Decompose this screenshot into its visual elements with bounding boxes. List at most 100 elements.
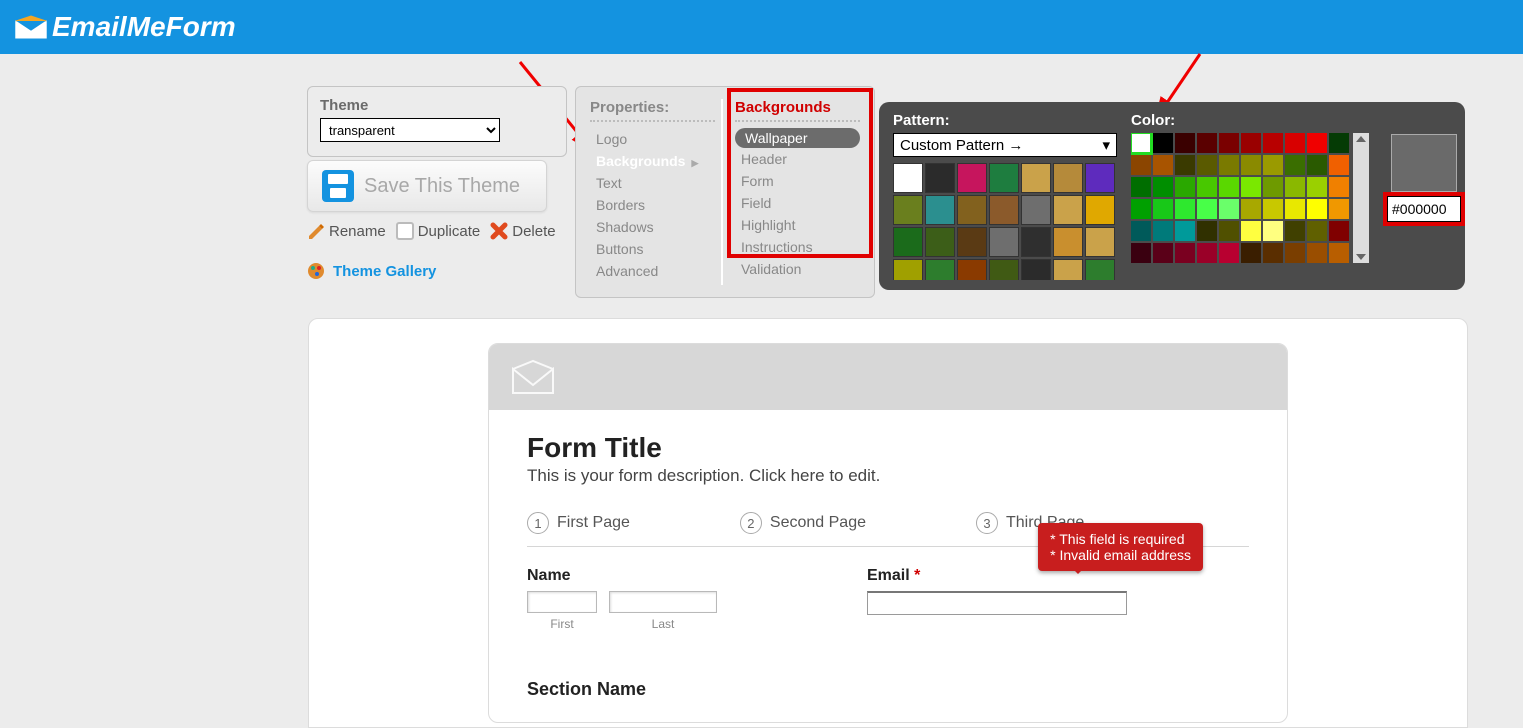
color-swatch[interactable] (1241, 155, 1261, 175)
color-swatch[interactable] (1197, 221, 1217, 241)
pattern-swatch[interactable] (989, 195, 1019, 225)
color-swatch[interactable] (1241, 177, 1261, 197)
color-swatch[interactable] (1197, 243, 1217, 263)
property-item-logo[interactable]: Logo (590, 128, 715, 150)
pattern-swatch[interactable] (957, 227, 987, 257)
background-item-form[interactable]: Form (735, 170, 860, 192)
pattern-swatch[interactable] (893, 259, 923, 280)
color-swatch[interactable] (1153, 199, 1173, 219)
pattern-swatch[interactable] (989, 259, 1019, 280)
background-item-instructions[interactable]: Instructions (735, 236, 860, 258)
color-swatch[interactable] (1285, 199, 1305, 219)
pattern-swatch[interactable] (957, 195, 987, 225)
color-swatch[interactable] (1263, 199, 1283, 219)
background-item-validation[interactable]: Validation (735, 258, 860, 280)
form-title[interactable]: Form Title (527, 432, 1249, 464)
pattern-select[interactable]: Custom Pattern →▾ (893, 133, 1117, 157)
color-swatch[interactable] (1197, 199, 1217, 219)
color-swatch[interactable] (1329, 155, 1349, 175)
pattern-swatch[interactable] (1053, 195, 1083, 225)
property-item-text[interactable]: Text (590, 172, 715, 194)
pattern-swatch[interactable] (1021, 259, 1051, 280)
last-name-input[interactable] (609, 591, 717, 613)
background-item-header[interactable]: Header (735, 148, 860, 170)
pattern-swatch[interactable] (1085, 163, 1115, 193)
color-swatch[interactable] (1131, 133, 1151, 153)
brand-logo[interactable]: EmailMeForm (14, 11, 236, 43)
form-description[interactable]: This is your form description. Click her… (527, 466, 1249, 486)
color-swatch[interactable] (1153, 155, 1173, 175)
property-item-advanced[interactable]: Advanced (590, 260, 715, 282)
color-swatch[interactable] (1175, 155, 1195, 175)
pattern-swatch[interactable] (1085, 227, 1115, 257)
duplicate-button[interactable]: Duplicate (396, 222, 481, 240)
pattern-swatch[interactable] (957, 163, 987, 193)
color-swatch[interactable] (1131, 177, 1151, 197)
pattern-swatch[interactable] (925, 227, 955, 257)
color-swatch[interactable] (1219, 133, 1239, 153)
color-swatch[interactable] (1131, 199, 1151, 219)
color-swatch[interactable] (1307, 155, 1327, 175)
pattern-swatch[interactable] (1053, 227, 1083, 257)
property-item-buttons[interactable]: Buttons (590, 238, 715, 260)
pattern-swatch[interactable] (1021, 195, 1051, 225)
color-swatch[interactable] (1329, 177, 1349, 197)
color-swatch[interactable] (1307, 243, 1327, 263)
pattern-swatch[interactable] (1053, 163, 1083, 193)
color-swatch[interactable] (1197, 155, 1217, 175)
color-scrollbar[interactable] (1353, 133, 1369, 263)
color-swatch[interactable] (1153, 133, 1173, 153)
hex-input[interactable] (1387, 196, 1461, 222)
color-swatch[interactable] (1219, 243, 1239, 263)
color-swatch[interactable] (1175, 199, 1195, 219)
pattern-swatch[interactable] (893, 195, 923, 225)
color-swatch[interactable] (1285, 133, 1305, 153)
color-swatch[interactable] (1219, 155, 1239, 175)
pattern-swatch[interactable] (925, 195, 955, 225)
color-swatch[interactable] (1285, 221, 1305, 241)
pattern-swatch[interactable] (1053, 259, 1083, 280)
color-swatch[interactable] (1153, 177, 1173, 197)
color-swatch[interactable] (1263, 155, 1283, 175)
pattern-swatch[interactable] (893, 227, 923, 257)
delete-button[interactable]: Delete (490, 222, 555, 240)
color-swatch[interactable] (1285, 177, 1305, 197)
email-input[interactable] (867, 591, 1127, 615)
property-item-shadows[interactable]: Shadows (590, 216, 715, 238)
color-swatch[interactable] (1307, 177, 1327, 197)
color-swatch[interactable] (1241, 199, 1261, 219)
background-item-field[interactable]: Field (735, 192, 860, 214)
color-swatch[interactable] (1285, 155, 1305, 175)
color-swatch[interactable] (1131, 221, 1151, 241)
color-swatch[interactable] (1219, 221, 1239, 241)
color-swatch[interactable] (1307, 199, 1327, 219)
color-swatch[interactable] (1241, 133, 1261, 153)
color-swatch[interactable] (1307, 133, 1327, 153)
color-swatch[interactable] (1175, 177, 1195, 197)
rename-button[interactable]: Rename (307, 222, 386, 240)
theme-gallery-link[interactable]: Theme Gallery (307, 262, 436, 280)
color-swatch[interactable] (1153, 221, 1173, 241)
pattern-swatch[interactable] (1021, 163, 1051, 193)
color-swatch[interactable] (1329, 199, 1349, 219)
color-swatch[interactable] (1285, 243, 1305, 263)
color-swatch[interactable] (1263, 221, 1283, 241)
color-swatch[interactable] (1175, 221, 1195, 241)
pattern-swatch[interactable] (989, 163, 1019, 193)
color-swatch[interactable] (1263, 243, 1283, 263)
property-item-backgrounds[interactable]: Backgrounds▶ (590, 150, 715, 172)
theme-select[interactable]: transparent (320, 118, 500, 142)
color-swatch[interactable] (1175, 133, 1195, 153)
color-swatch[interactable] (1263, 133, 1283, 153)
pattern-swatch[interactable] (925, 163, 955, 193)
color-swatch[interactable] (1175, 243, 1195, 263)
pattern-swatch[interactable] (957, 259, 987, 280)
color-swatch[interactable] (1263, 177, 1283, 197)
pattern-swatch[interactable] (925, 259, 955, 280)
section-heading[interactable]: Section Name (527, 679, 1249, 700)
color-swatch[interactable] (1241, 221, 1261, 241)
pattern-swatch[interactable] (893, 163, 923, 193)
color-swatch[interactable] (1329, 133, 1349, 153)
color-swatch[interactable] (1131, 243, 1151, 263)
color-swatch[interactable] (1219, 199, 1239, 219)
